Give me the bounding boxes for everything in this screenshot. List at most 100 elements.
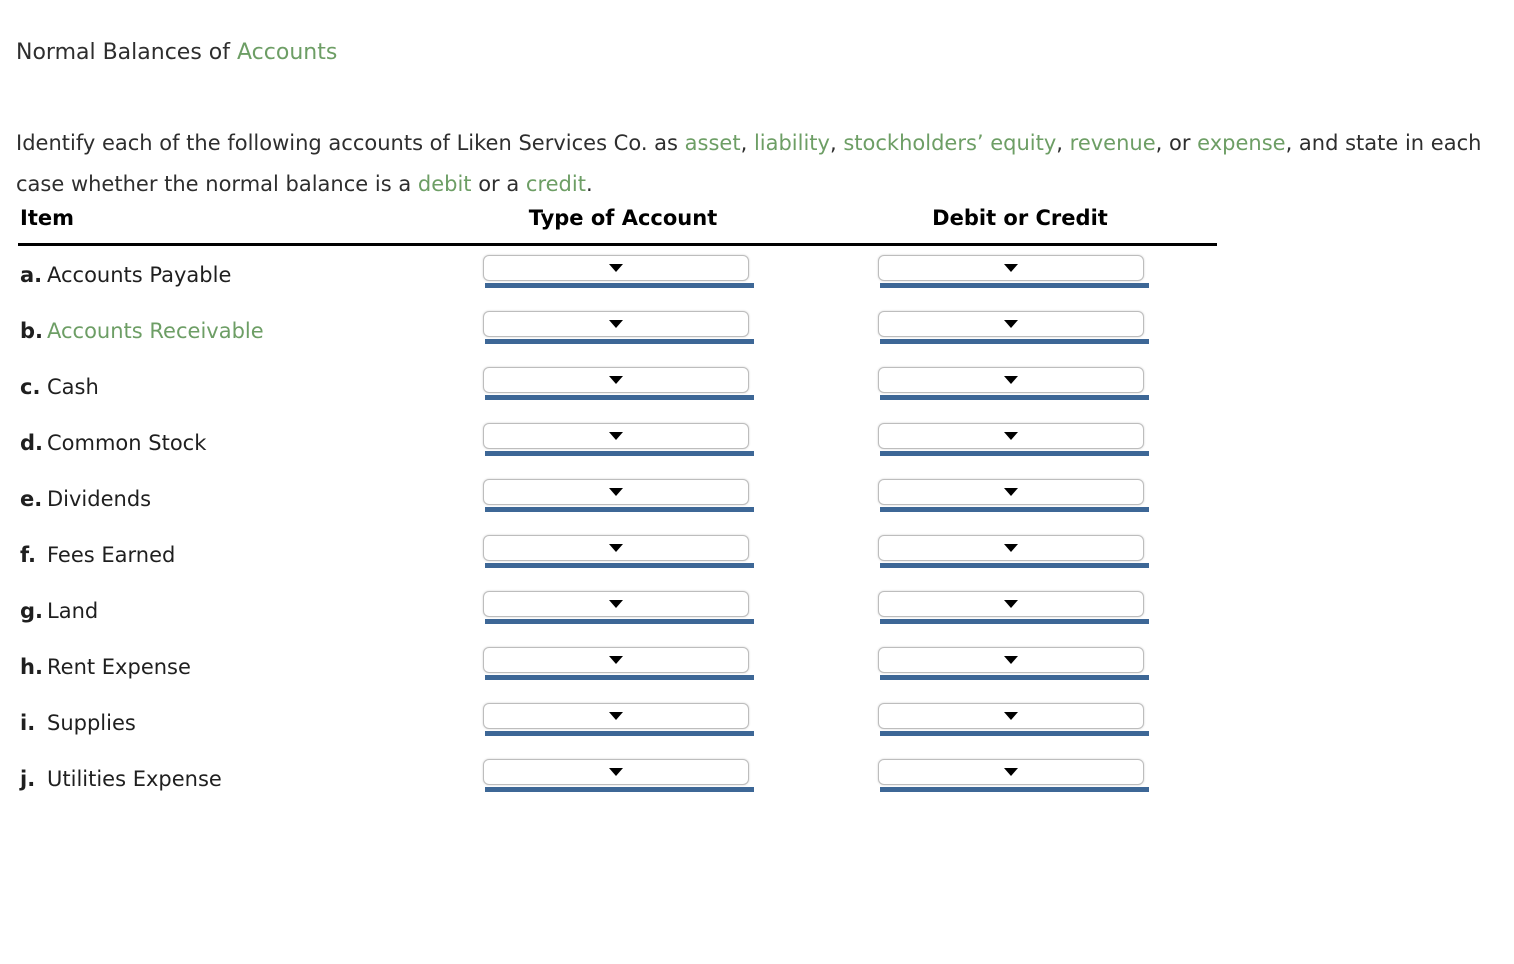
debit-or-credit-dropdown[interactable] <box>878 759 1144 785</box>
item-cell: i. Supplies <box>20 708 136 738</box>
debit-or-credit-dropdown[interactable] <box>878 535 1144 561</box>
debit-or-credit-dropdown[interactable] <box>878 479 1144 505</box>
item-label: Dividends <box>47 487 152 511</box>
instructions-seg1: Identify each of the following accounts … <box>16 131 685 155</box>
column-header-debit-or-credit: Debit or Credit <box>932 206 1108 230</box>
chevron-down-icon[interactable] <box>1004 264 1018 272</box>
instructions-paragraph: Identify each of the following accounts … <box>16 123 1496 205</box>
table-row: a. Accounts Payable <box>0 250 1250 306</box>
table-row: i. Supplies <box>0 698 1250 754</box>
type-of-account-dropdown[interactable] <box>483 591 749 617</box>
dropdown-underline <box>880 283 1149 288</box>
term-debit: debit <box>417 172 472 196</box>
column-header-type-of-account: Type of Account <box>528 206 718 230</box>
chevron-down-icon[interactable] <box>1004 376 1018 384</box>
chevron-down-icon[interactable] <box>609 488 623 496</box>
debit-or-credit-dropdown-wrapper <box>878 311 1149 344</box>
dropdown-underline <box>880 787 1149 792</box>
dropdown-underline <box>880 339 1149 344</box>
item-letter: d. <box>20 431 44 455</box>
term-stockholders-equity: stockholders’ equity <box>843 131 1057 155</box>
debit-or-credit-dropdown[interactable] <box>878 647 1144 673</box>
debit-or-credit-dropdown-wrapper <box>878 367 1149 400</box>
type-of-account-dropdown[interactable] <box>483 255 749 281</box>
table-row: f. Fees Earned <box>0 530 1250 586</box>
chevron-down-icon[interactable] <box>1004 712 1018 720</box>
type-of-account-dropdown-wrapper <box>483 423 754 456</box>
type-of-account-dropdown[interactable] <box>483 703 749 729</box>
type-of-account-dropdown-wrapper <box>483 703 754 736</box>
term-expense: expense <box>1197 131 1286 155</box>
item-cell: b. Accounts Receivable <box>20 316 264 346</box>
chevron-down-icon[interactable] <box>609 768 623 776</box>
type-of-account-dropdown[interactable] <box>483 367 749 393</box>
item-label: Common Stock <box>47 431 207 455</box>
table-header-row: Item Type of Account Debit or Credit <box>0 200 1250 246</box>
chevron-down-icon[interactable] <box>609 600 623 608</box>
debit-or-credit-dropdown[interactable] <box>878 703 1144 729</box>
item-letter: g. <box>20 599 44 623</box>
debit-or-credit-dropdown[interactable] <box>878 255 1144 281</box>
item-label: Fees Earned <box>47 543 176 567</box>
type-of-account-dropdown[interactable] <box>483 535 749 561</box>
debit-or-credit-dropdown[interactable] <box>878 311 1144 337</box>
chevron-down-icon[interactable] <box>1004 544 1018 552</box>
item-letter: j. <box>20 767 36 791</box>
term-asset: asset <box>684 131 741 155</box>
chevron-down-icon[interactable] <box>609 712 623 720</box>
type-of-account-dropdown-wrapper <box>483 479 754 512</box>
instructions-sep7: . <box>585 172 593 196</box>
type-of-account-dropdown[interactable] <box>483 423 749 449</box>
dropdown-underline <box>880 451 1149 456</box>
dropdown-underline <box>485 787 754 792</box>
debit-or-credit-dropdown-wrapper <box>878 647 1149 680</box>
item-label: Accounts Receivable <box>47 319 264 343</box>
chevron-down-icon[interactable] <box>609 656 623 664</box>
type-of-account-dropdown[interactable] <box>483 759 749 785</box>
chevron-down-icon[interactable] <box>609 264 623 272</box>
item-letter: c. <box>20 375 41 399</box>
term-revenue: revenue <box>1069 131 1156 155</box>
debit-or-credit-dropdown[interactable] <box>878 423 1144 449</box>
type-of-account-dropdown-wrapper <box>483 759 754 792</box>
dropdown-underline <box>485 395 754 400</box>
item-cell: h. Rent Expense <box>20 652 191 682</box>
dropdown-underline <box>880 731 1149 736</box>
type-of-account-dropdown-wrapper <box>483 255 754 288</box>
chevron-down-icon[interactable] <box>609 376 623 384</box>
type-of-account-dropdown-wrapper <box>483 535 754 568</box>
dropdown-underline <box>485 339 754 344</box>
table-header-divider <box>18 243 1217 246</box>
table-body: a. Accounts Payable b. Accounts Receivable c… <box>0 250 1250 810</box>
item-letter: i. <box>20 711 36 735</box>
item-cell: c. Cash <box>20 372 99 402</box>
chevron-down-icon[interactable] <box>1004 488 1018 496</box>
debit-or-credit-dropdown-wrapper <box>878 703 1149 736</box>
item-cell: a. Accounts Payable <box>20 260 231 290</box>
dropdown-underline <box>485 563 754 568</box>
chevron-down-icon[interactable] <box>609 320 623 328</box>
chevron-down-icon[interactable] <box>609 432 623 440</box>
chevron-down-icon[interactable] <box>1004 320 1018 328</box>
item-label: Land <box>47 599 99 623</box>
chevron-down-icon[interactable] <box>1004 768 1018 776</box>
page-title-accent: Accounts <box>237 40 338 65</box>
chevron-down-icon[interactable] <box>1004 600 1018 608</box>
type-of-account-dropdown[interactable] <box>483 647 749 673</box>
table-row: b. Accounts Receivable <box>0 306 1250 362</box>
table-row: d. Common Stock <box>0 418 1250 474</box>
dropdown-underline <box>485 451 754 456</box>
dropdown-underline <box>880 507 1149 512</box>
debit-or-credit-dropdown-wrapper <box>878 255 1149 288</box>
chevron-down-icon[interactable] <box>1004 432 1018 440</box>
chevron-down-icon[interactable] <box>609 544 623 552</box>
column-header-item: Item <box>20 206 74 230</box>
item-label: Cash <box>47 375 99 399</box>
page-title: Normal Balances of Accounts <box>16 38 337 68</box>
type-of-account-dropdown[interactable] <box>483 479 749 505</box>
type-of-account-dropdown[interactable] <box>483 311 749 337</box>
table-row: j. Utilities Expense <box>0 754 1250 810</box>
chevron-down-icon[interactable] <box>1004 656 1018 664</box>
debit-or-credit-dropdown[interactable] <box>878 367 1144 393</box>
debit-or-credit-dropdown[interactable] <box>878 591 1144 617</box>
